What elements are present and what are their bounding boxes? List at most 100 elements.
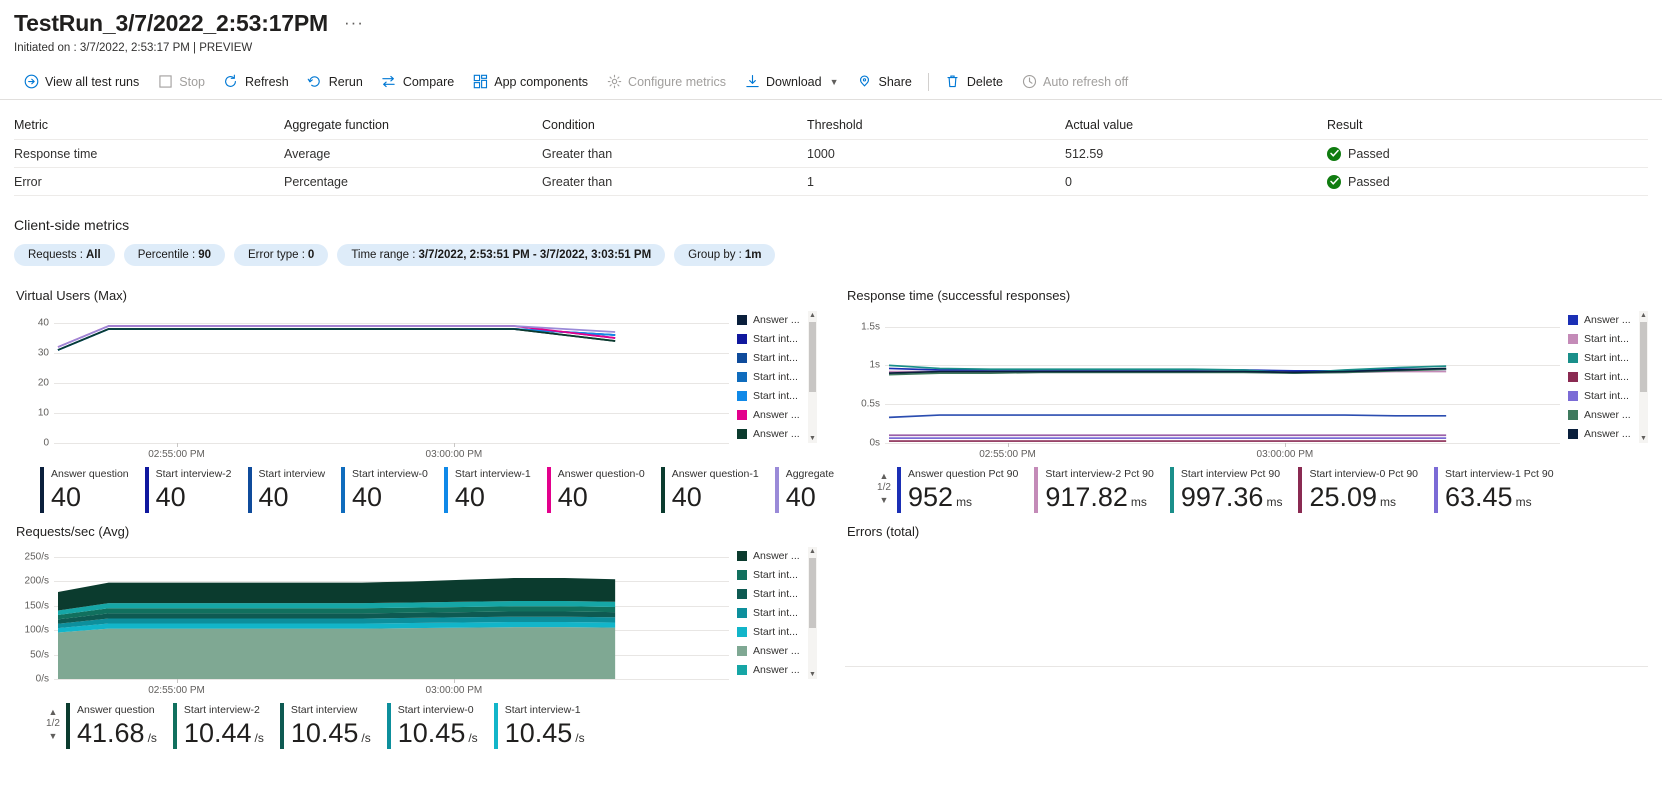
kpi-name: Start interview-2 Pct 90 [1045, 468, 1154, 480]
kpi-tile[interactable]: Answer question Pct 90 952 ms [897, 467, 1034, 518]
pager-position: 1/2 [877, 482, 891, 493]
check-circle-icon [1327, 174, 1341, 189]
legend-label: Answer ... [753, 314, 800, 327]
filter-chip-time-range[interactable]: Time range :3/7/2022, 2:53:51 PM - 3/7/2… [337, 244, 666, 266]
more-options-icon[interactable]: ··· [340, 14, 368, 31]
kpi-name: Answer question-1 [671, 468, 759, 480]
filter-chip-group-by[interactable]: Group by :1m [674, 244, 776, 266]
legend-color-swatch [1568, 353, 1578, 364]
legend-item[interactable]: Start int... [737, 585, 817, 604]
filter-chip-error-type[interactable]: Error type :0 [234, 244, 329, 266]
kpi-tile[interactable]: Start interview Pct 90 997.36 ms [1169, 467, 1299, 518]
kpi-tile[interactable]: Start interview-1 Pct 90 63.45 ms [1434, 467, 1570, 518]
legend-item[interactable]: Answer ... [1568, 311, 1648, 330]
legend-item[interactable]: Start int... [737, 386, 817, 405]
kpi-tile-strip: ▲ 1/2 ▼ Answer question 41.68/s Start intervi… [40, 703, 817, 754]
legend-item[interactable]: Start int... [737, 368, 817, 387]
kpi-name: Answer question [51, 468, 129, 480]
kpi-unit: /s [147, 731, 157, 745]
kpi-tile[interactable]: Start interview-0 10.45/s [386, 703, 494, 754]
kpi-name: Answer question Pct 90 [908, 468, 1019, 480]
chevron-down-icon[interactable]: ▼ [830, 77, 839, 87]
scroll-up-arrow-icon[interactable]: ▲ [1639, 311, 1648, 320]
legend-item[interactable]: Answer ... [1568, 424, 1648, 443]
scroll-up-arrow-icon[interactable]: ▲ [808, 311, 817, 320]
command-delete[interactable]: Delete [936, 67, 1012, 97]
filter-chip-requests[interactable]: Requests : All [14, 244, 115, 266]
legend-scrollbar[interactable]: ▲ ▼ [1639, 311, 1648, 443]
command-auto-refresh-off: Auto refresh off [1012, 67, 1137, 97]
filter-chip-percentile[interactable]: Percentile :90 [123, 244, 226, 266]
kpi-tile[interactable]: Start interview-1 10.45/s [493, 703, 601, 754]
kpi-tile[interactable]: Start interview-2 Pct 90 917.82 ms [1034, 467, 1170, 518]
kpi-tile[interactable]: Answer question 41.68/s [66, 703, 173, 754]
legend-item[interactable]: Start int... [737, 566, 817, 585]
kpi-color-bar [386, 703, 391, 749]
kpi-name: Start interview-2 [183, 704, 260, 716]
legend-item[interactable]: Start int... [1568, 330, 1648, 349]
chart-legend: Answer ... Start int... Start int... Start … [1560, 311, 1648, 443]
scroll-up-arrow-icon[interactable]: ▲ [808, 547, 817, 556]
legend-label: Start int... [1584, 371, 1629, 383]
chart-panel-response-time: Response time (successful responses) 1.5s… [831, 282, 1662, 518]
command-rerun[interactable]: Rerun [298, 67, 372, 97]
legend-item[interactable]: Start int... [1568, 349, 1648, 368]
kpi-tile[interactable]: Start interview-0 Pct 90 25.09 ms [1298, 467, 1434, 518]
pager-up-arrow-icon[interactable]: ▲ [49, 707, 58, 717]
kpi-tile[interactable]: Answer question-1 40 [660, 467, 775, 513]
kpi-name: Start interview [290, 704, 358, 716]
kpi-tile[interactable]: Start interview 10.45/s [279, 703, 387, 754]
scrollbar-thumb[interactable] [809, 558, 816, 628]
legend-color-swatch [737, 409, 747, 420]
legend-item[interactable]: Start int... [737, 622, 817, 641]
kpi-value-row: 25.09 ms [1309, 481, 1418, 518]
legend-item[interactable]: Answer ... [737, 424, 817, 443]
scroll-down-arrow-icon[interactable]: ▼ [808, 670, 817, 679]
plot-canvas[interactable]: 40 30 20 10 0 [38, 311, 729, 449]
kpi-tile[interactable]: Answer question 40 [40, 467, 145, 513]
cell-metric: Error [14, 174, 42, 189]
kpi-text-block: Start interview-0 10.45/s [398, 703, 478, 754]
scrollbar-thumb[interactable] [809, 322, 816, 392]
legend-item[interactable]: Answer ... [737, 405, 817, 424]
kpi-tile[interactable]: Start interview 40 [247, 467, 342, 513]
plot-canvas[interactable]: 250/s 200/s 150/s 100/s 50/s 0/s [25, 547, 729, 685]
pager-down-arrow-icon[interactable]: ▼ [49, 731, 58, 741]
kpi-tile[interactable]: Start interview-0 40 [341, 467, 444, 513]
command-app-components[interactable]: App components [463, 67, 597, 97]
kpi-tile[interactable]: Start interview-1 40 [443, 467, 547, 513]
kpi-tile[interactable]: Answer question-0 40 [546, 467, 661, 513]
legend-item[interactable]: Answer ... [737, 547, 817, 566]
scroll-down-arrow-icon[interactable]: ▼ [808, 434, 817, 443]
arrow-right-circle-icon [23, 74, 39, 90]
column-header-actual-value: Actual value [1065, 117, 1134, 132]
legend-item[interactable]: Answer ... [1568, 405, 1648, 424]
legend-item[interactable]: Start int... [1568, 386, 1648, 405]
kpi-tile[interactable]: Start interview-2 40 [144, 467, 248, 513]
legend-scrollbar[interactable]: ▲ ▼ [808, 311, 817, 443]
legend-color-swatch [737, 589, 747, 600]
command-label: View all test runs [45, 74, 140, 89]
command-view-all-test-runs[interactable]: View all test runs [14, 67, 148, 97]
scroll-down-arrow-icon[interactable]: ▼ [1639, 434, 1648, 443]
kpi-tile[interactable]: Start interview-2 10.44/s [172, 703, 280, 754]
plot-canvas[interactable]: 1.5s 1s 0.5s 0s [861, 311, 1560, 449]
command-compare[interactable]: Compare [372, 67, 463, 97]
legend-item[interactable]: Answer ... [737, 641, 817, 660]
scrollbar-thumb[interactable] [1640, 322, 1647, 392]
pager-down-arrow-icon[interactable]: ▼ [880, 495, 889, 505]
legend-item[interactable]: Start int... [737, 349, 817, 368]
legend-item[interactable]: Answer ... [737, 660, 817, 679]
legend-label: Start int... [1584, 352, 1629, 365]
client-side-metrics-title: Client-side metrics [14, 217, 130, 233]
legend-item[interactable]: Answer ... [737, 311, 817, 330]
legend-item[interactable]: Start int... [737, 330, 817, 349]
legend-item[interactable]: Start int... [1568, 368, 1648, 387]
pager-up-arrow-icon[interactable]: ▲ [880, 471, 889, 481]
legend-item[interactable]: Start int... [737, 604, 817, 623]
legend-scrollbar[interactable]: ▲ ▼ [808, 547, 817, 679]
command-share[interactable]: Share [848, 67, 921, 97]
command-refresh[interactable]: Refresh [214, 67, 298, 97]
legend-color-swatch [737, 664, 747, 675]
command-download[interactable]: Download ▼ [735, 67, 848, 97]
